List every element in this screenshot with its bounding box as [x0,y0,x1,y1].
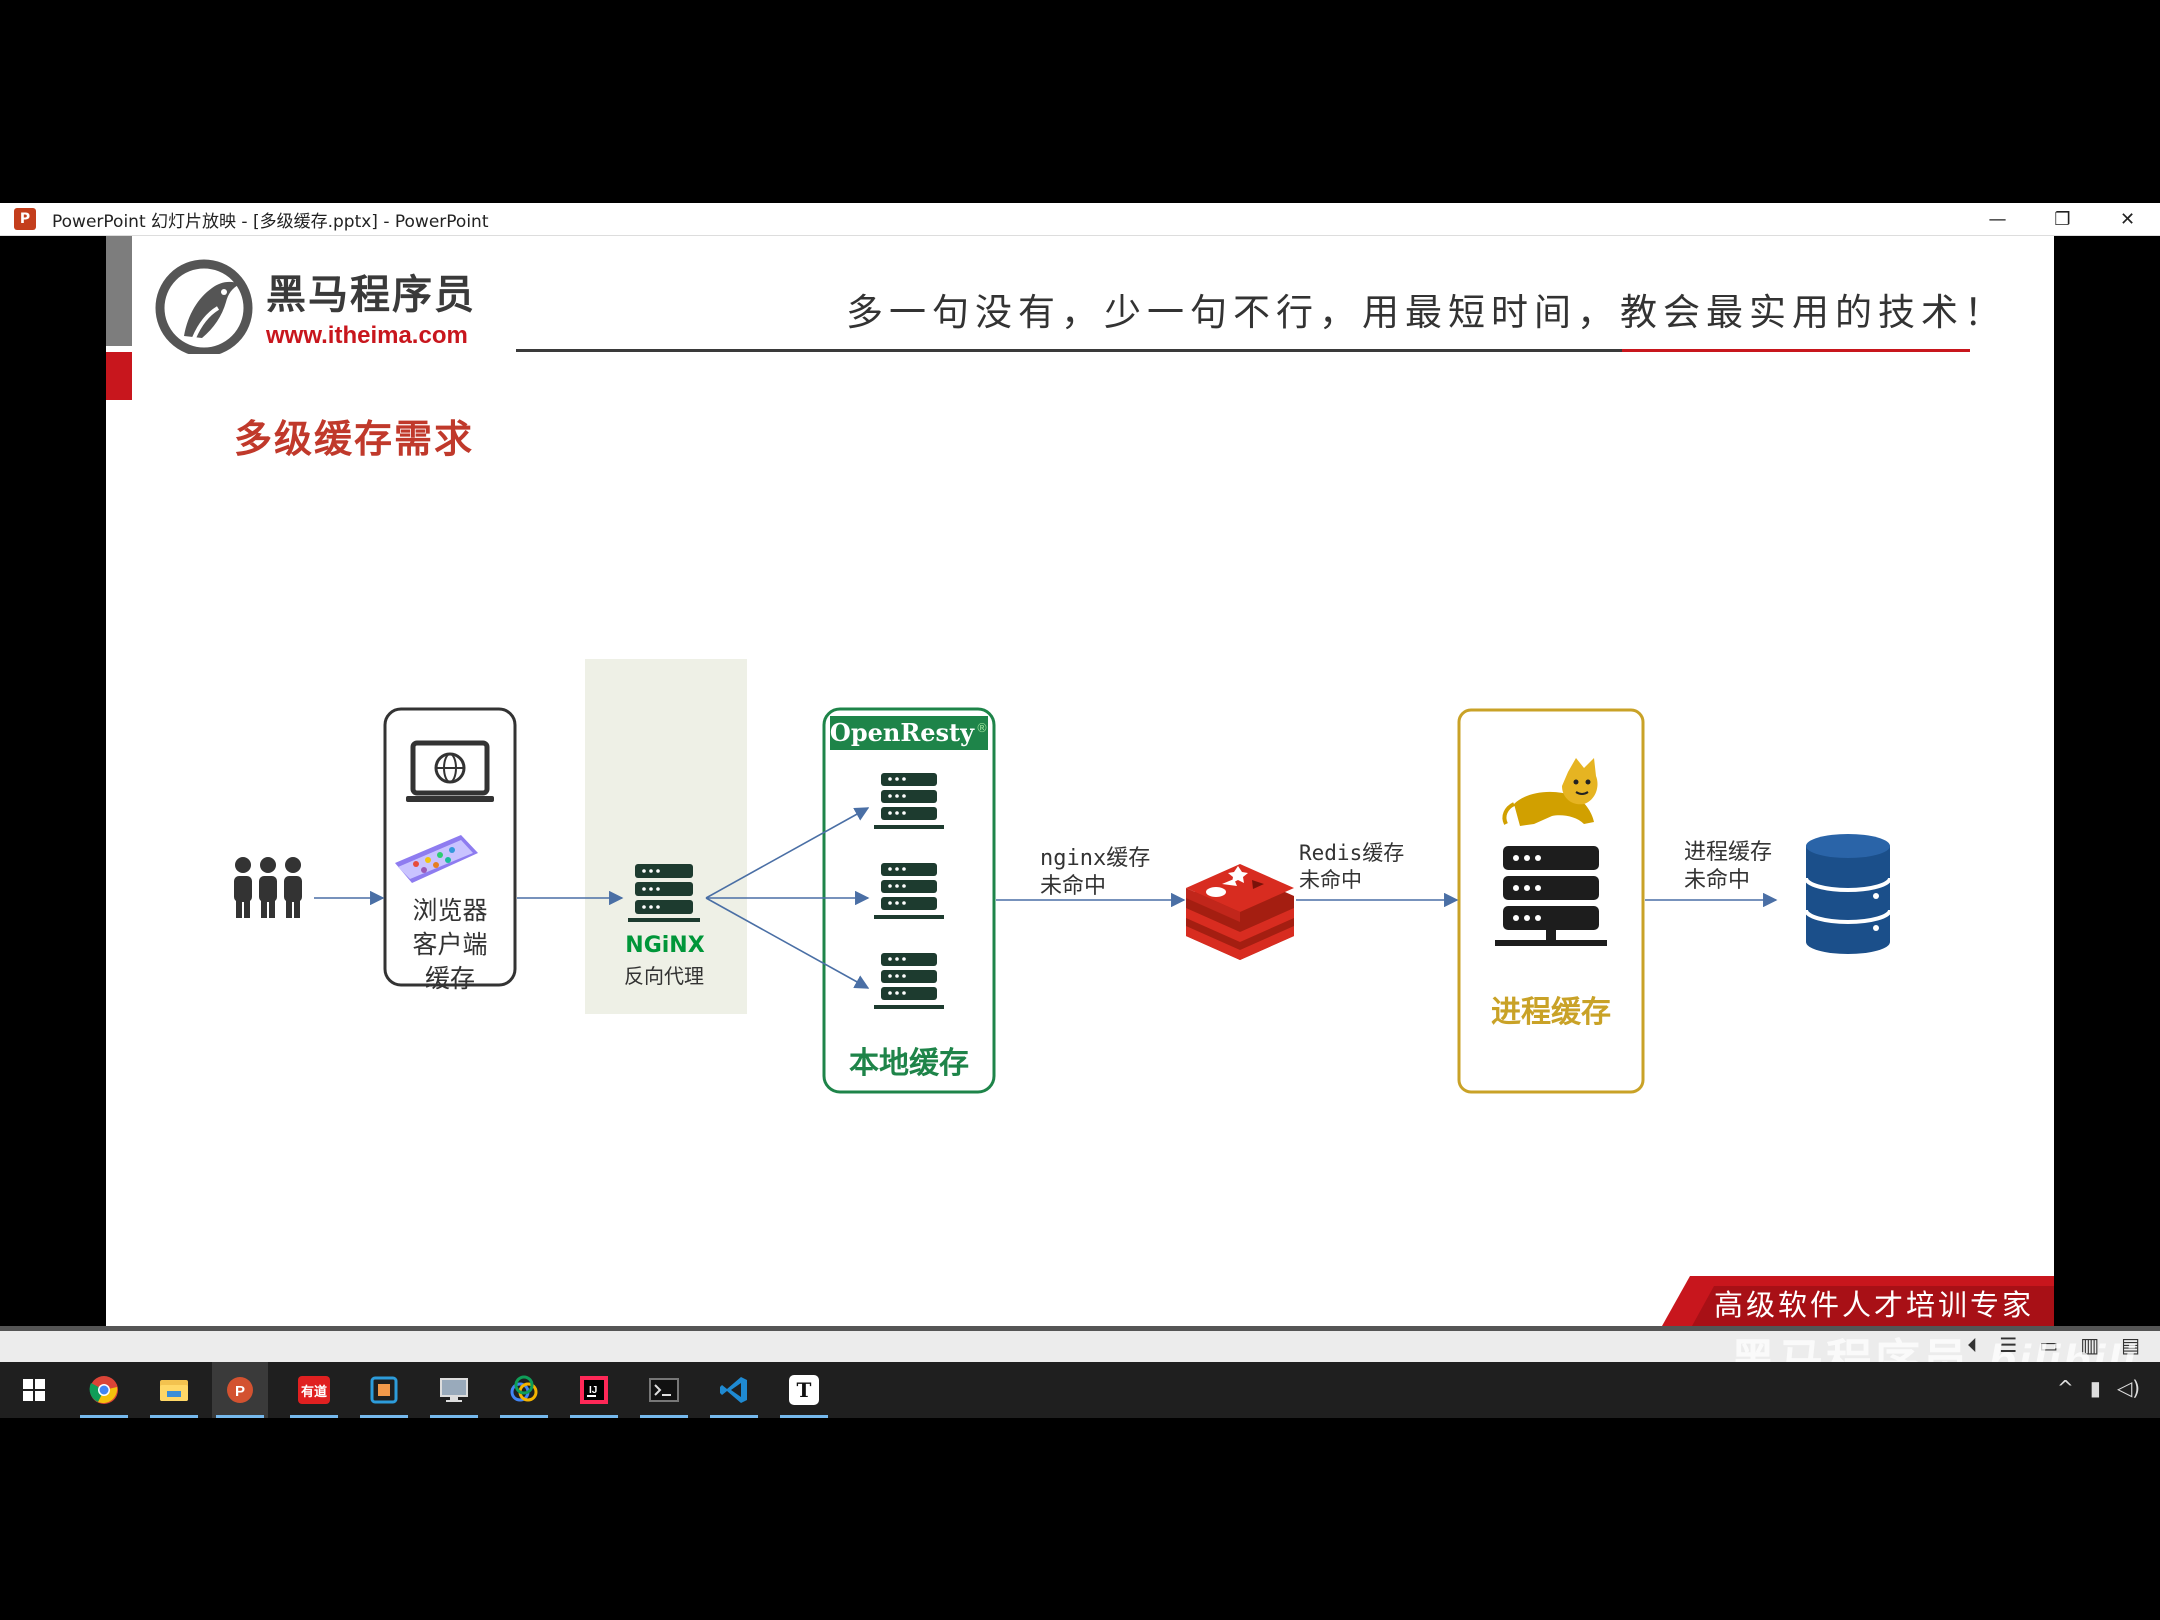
footer-banner: 高级软件人才培训专家 [1662,1276,2054,1326]
restore-button[interactable]: ❐ [2030,203,2095,236]
browser-label-3: 缓存 [425,964,475,993]
local-cache-label: 本地缓存 [849,1046,969,1081]
tomcat-card [1457,708,1645,1094]
windows-taskbar: P 有道 IJ T ^ ▮ ◁) [0,1362,2160,1418]
svg-text:IJ: IJ [589,1385,597,1396]
desktop-icon[interactable] [426,1362,482,1418]
process-cache-label: 进程缓存 [1491,995,1611,1030]
window-titlebar: P PowerPoint 幻灯片放映 - [多级缓存.pptx] - Power… [0,203,2160,236]
close-button[interactable]: ✕ [2095,203,2160,236]
system-tray: ^ ▮ ◁) [2057,1376,2140,1400]
svg-text:P: P [235,1383,245,1400]
nginx-logo: NGiNX [625,933,704,958]
edge-process-miss-2: 未命中 [1684,868,1750,893]
cache-architecture-diagram: 浏览器 客户端 缓存 NGiNX 反向代理 OpenResty ® 本地缓存 进… [234,659,1892,1094]
chrome-icon[interactable] [76,1362,132,1418]
edge-nginx-miss-1: nginx缓存 [1040,846,1150,871]
nginx-label: 反向代理 [624,964,704,988]
window-title: PowerPoint 幻灯片放映 - [多级缓存.pptx] - PowerPo… [52,211,489,232]
powerpoint-icon: P [14,208,36,230]
edge-nginx-miss-2: 未命中 [1040,874,1106,899]
tray-expand-icon[interactable]: ^ [2057,1376,2074,1400]
typora-label: T [789,1375,819,1405]
vscode-icon[interactable] [706,1362,762,1418]
youdao-label: 有道 [298,1376,330,1404]
edge-redis-miss-2: 未命中 [1299,868,1362,892]
typora-icon[interactable]: T [776,1362,832,1418]
remote-app-icon[interactable] [356,1362,412,1418]
edge-process-miss-1: 进程缓存 [1684,840,1772,865]
redis-icon [1186,864,1294,960]
footer-slogan: 高级软件人才培训专家 [1713,1288,2034,1322]
minimize-button[interactable]: — [1965,203,2030,236]
slide[interactable]: 黑马程序员 www.itheima.com 多一句没有，少一句不行，用最短时间，… [106,236,2054,1326]
tray-device-icon[interactable]: ▮ [2090,1376,2101,1400]
powerpoint-icon[interactable]: P [212,1362,268,1418]
file-explorer-icon[interactable] [146,1362,202,1418]
nginx-server-icon [628,864,700,922]
volume-icon[interactable]: ◁) [2117,1376,2140,1400]
browser-app-icon[interactable] [496,1362,552,1418]
youdao-icon[interactable]: 有道 [286,1362,342,1418]
users-icon [234,857,302,918]
nginx-zone [585,659,747,1014]
database-icon [1804,834,1892,954]
openresty-badge-mark: ® [976,721,988,735]
edge-redis-miss-1: Redis缓存 [1299,841,1404,865]
openresty-badge-text: OpenResty [830,718,975,747]
intellij-icon[interactable]: IJ [566,1362,622,1418]
browser-label-1: 浏览器 [412,896,487,925]
browser-label-2: 客户端 [412,930,487,959]
windows-start-icon[interactable] [6,1362,62,1418]
terminal-icon[interactable] [636,1362,692,1418]
